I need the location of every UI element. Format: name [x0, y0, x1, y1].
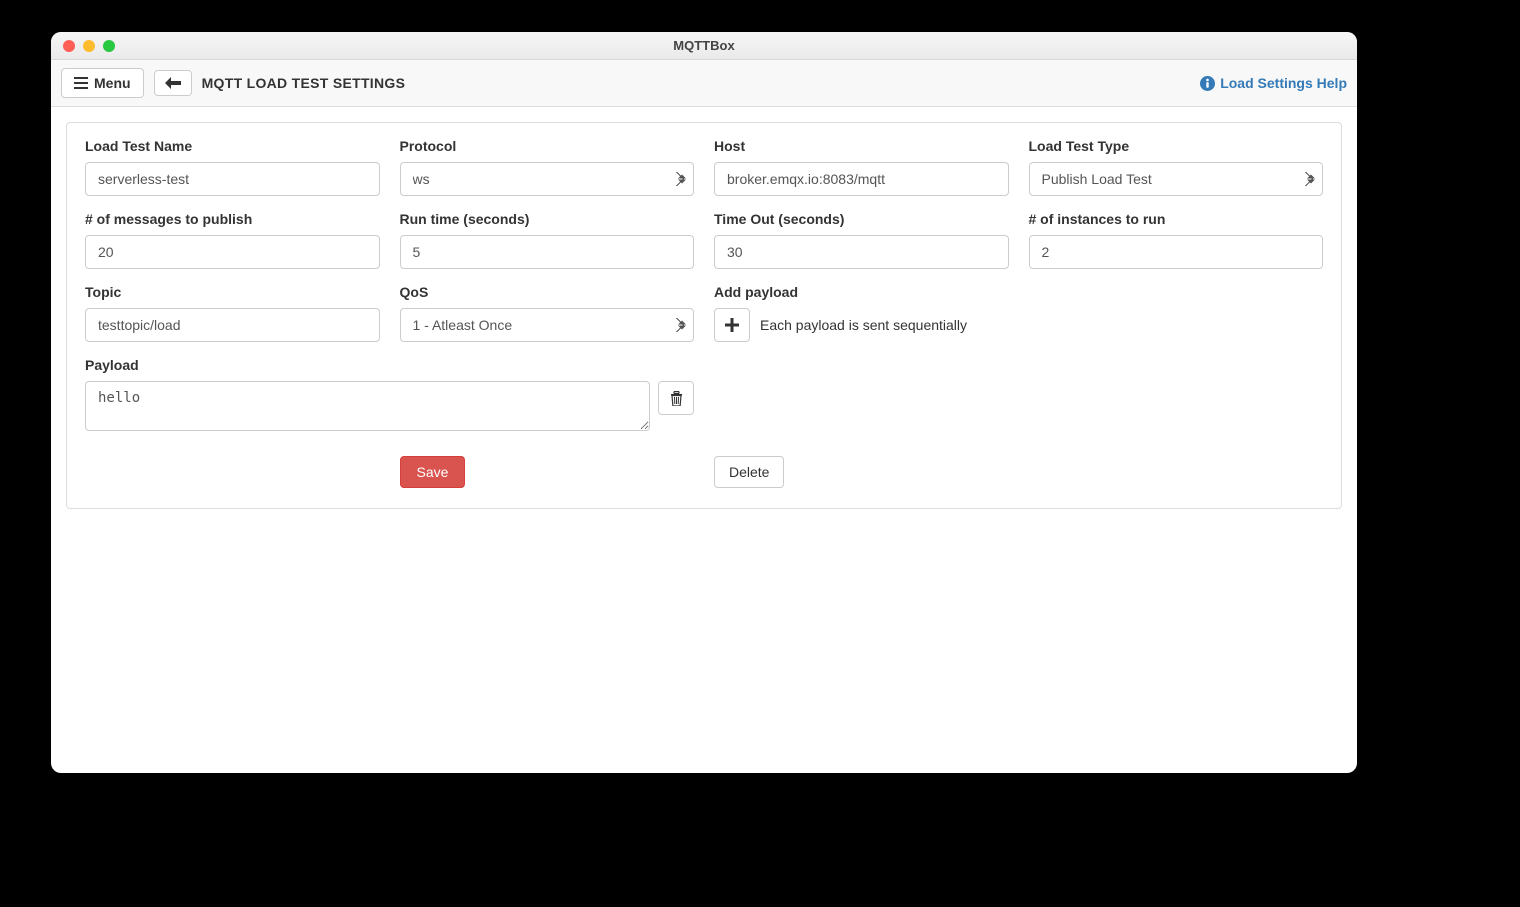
load-test-name-input[interactable] — [85, 162, 380, 196]
time-out-group: Time Out (seconds) — [714, 211, 1009, 269]
maximize-window-button[interactable] — [103, 40, 115, 52]
toolbar: Menu MQTT LOAD TEST SETTINGS Load Settin… — [51, 60, 1357, 107]
run-time-group: Run time (seconds) — [400, 211, 695, 269]
instances-to-run-label: # of instances to run — [1029, 211, 1324, 227]
run-time-label: Run time (seconds) — [400, 211, 695, 227]
topic-group: Topic — [85, 284, 380, 342]
qos-select[interactable]: 1 - Atleast Once — [400, 308, 695, 342]
add-payload-group: Add payload Each payload is sent sequent… — [714, 284, 1323, 342]
qos-group: QoS 1 - Atleast Once — [400, 284, 695, 342]
messages-to-publish-label: # of messages to publish — [85, 211, 380, 227]
load-test-name-group: Load Test Name — [85, 138, 380, 196]
save-button[interactable]: Save — [400, 456, 466, 488]
load-test-type-group: Load Test Type Publish Load Test — [1029, 138, 1324, 196]
instances-to-run-input[interactable] — [1029, 235, 1324, 269]
load-settings-help-link[interactable]: Load Settings Help — [1200, 75, 1347, 91]
host-label: Host — [714, 138, 1009, 154]
page-title: MQTT LOAD TEST SETTINGS — [202, 75, 406, 91]
time-out-label: Time Out (seconds) — [714, 211, 1009, 227]
plus-icon — [725, 318, 739, 332]
titlebar: MQTTBox — [51, 32, 1357, 60]
add-payload-hint: Each payload is sent sequentially — [760, 317, 967, 333]
qos-label: QoS — [400, 284, 695, 300]
topic-input[interactable] — [85, 308, 380, 342]
protocol-label: Protocol — [400, 138, 695, 154]
protocol-select[interactable]: ws — [400, 162, 695, 196]
time-out-input[interactable] — [714, 235, 1009, 269]
menu-button-label: Menu — [94, 75, 131, 91]
instances-to-run-group: # of instances to run — [1029, 211, 1324, 269]
payload-textarea[interactable] — [85, 381, 650, 431]
load-test-type-label: Load Test Type — [1029, 138, 1324, 154]
load-test-type-select[interactable]: Publish Load Test — [1029, 162, 1324, 196]
add-payload-label: Add payload — [714, 284, 1323, 300]
save-button-label: Save — [417, 464, 449, 480]
run-time-input[interactable] — [400, 235, 695, 269]
delete-button[interactable]: Delete — [714, 456, 784, 488]
payload-group: Payload — [85, 357, 694, 431]
back-button[interactable] — [154, 70, 192, 96]
topic-label: Topic — [85, 284, 380, 300]
add-payload-button[interactable] — [714, 308, 750, 342]
messages-to-publish-group: # of messages to publish — [85, 211, 380, 269]
delete-payload-button[interactable] — [658, 381, 694, 415]
traffic-lights — [63, 40, 115, 52]
menu-button[interactable]: Menu — [61, 68, 144, 98]
host-group: Host — [714, 138, 1009, 196]
arrow-left-icon — [165, 77, 181, 89]
content: Load Test Name Protocol ws Host — [51, 107, 1357, 524]
host-input[interactable] — [714, 162, 1009, 196]
app-window: MQTTBox Menu MQTT LOAD TEST SETTINGS Loa… — [51, 32, 1357, 773]
close-window-button[interactable] — [63, 40, 75, 52]
window-title: MQTTBox — [673, 38, 734, 53]
settings-panel: Load Test Name Protocol ws Host — [66, 122, 1342, 509]
protocol-group: Protocol ws — [400, 138, 695, 196]
trash-icon — [670, 391, 683, 406]
load-test-name-label: Load Test Name — [85, 138, 380, 154]
help-link-label: Load Settings Help — [1220, 75, 1347, 91]
minimize-window-button[interactable] — [83, 40, 95, 52]
info-icon — [1200, 76, 1215, 91]
delete-button-label: Delete — [729, 464, 769, 480]
messages-to-publish-input[interactable] — [85, 235, 380, 269]
payload-label: Payload — [85, 357, 694, 373]
hamburger-icon — [74, 77, 88, 89]
